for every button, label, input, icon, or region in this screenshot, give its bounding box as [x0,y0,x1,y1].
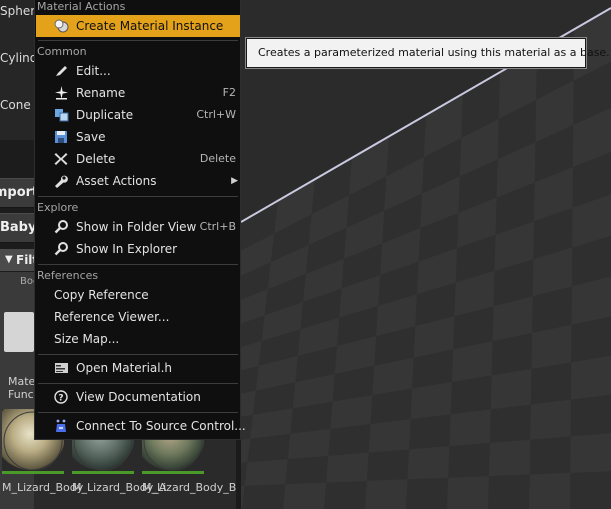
menu-separator [38,40,238,41]
rename-label: Rename [76,86,126,100]
checker-tile [450,375,492,415]
delete-shortcut: Delete [199,152,236,165]
place-item-cylinder[interactable]: Cylinder [0,51,34,65]
section-header-common: Common [37,45,87,58]
size-map-label: Size Map... [54,332,120,346]
search-icon [54,242,68,256]
menu-separator [38,196,238,197]
material-functions-label: Material Functions [8,375,34,401]
level-viewport[interactable] [241,0,611,509]
checker-tile [328,424,371,456]
reference-viewer-label: Reference Viewer... [54,310,170,324]
help-icon: ? [54,390,68,404]
save-icon [55,131,67,143]
asset-context-menu: Material Actions Create Material Instanc… [34,0,246,440]
show-in-explorer-item[interactable]: Show In Explorer [36,238,240,260]
menu-separator [38,354,238,355]
save-label: Save [76,130,106,144]
view-documentation-label: View Documentation [76,390,201,404]
create-material-instance-item[interactable]: Create Material Instance [36,15,240,37]
checker-tile [409,414,451,450]
edit-item[interactable]: Edit... [36,60,240,82]
delete-label: Delete [76,152,116,166]
asset-actions-item[interactable]: Asset Actions ▶ [36,170,240,192]
checker-tile [489,404,531,443]
checker-tile [242,484,286,509]
checker-tile [366,449,409,481]
wrench-icon [55,175,68,188]
breadcrumb[interactable]: Baby_ [0,213,34,243]
duplicate-icon [55,109,69,122]
show-in-folder-view-label: Show in Folder View [76,220,197,234]
asset-name-body-b: M_Lizard_Body_B [142,481,237,494]
checker-tile [285,455,329,485]
connect-source-control-label: Connect To Source Control... [76,419,246,433]
reference-viewer-item[interactable]: Reference Viewer... [36,306,240,328]
filters-button[interactable]: ▼ Filters [0,249,34,271]
save-item[interactable]: Save [36,126,240,148]
rename-item[interactable]: Rename F2 [36,82,240,104]
view-documentation-item[interactable]: ? View Documentation [36,386,240,408]
section-header-explore: Explore [37,201,79,214]
menu-separator [38,412,238,413]
place-actors-list: Sphere Cylinder Cone [0,0,34,140]
open-material-header-item[interactable]: Open Material.h [36,357,240,379]
duplicate-label: Duplicate [76,108,134,122]
filters-label: Filters [16,253,34,267]
copy-reference-label: Copy Reference [54,288,149,302]
source-control-icon [56,419,66,432]
connect-source-control-item[interactable]: Connect To Source Control... [36,415,246,437]
checker-tile [406,477,449,509]
panel-splitter[interactable] [236,440,241,509]
show-in-folder-view-item[interactable]: Show in Folder View Ctrl+B [36,216,240,238]
rename-shortcut: F2 [222,86,236,99]
checker-tile [570,471,611,509]
submenu-arrow-icon: ▶ [231,176,238,186]
folder-icon[interactable] [4,312,34,352]
section-header-references: References [37,269,99,282]
place-item-cone[interactable]: Cone [0,98,31,112]
open-material-header-label: Open Material.h [76,361,173,375]
duplicate-shortcut: Ctrl+W [196,108,236,121]
checker-floor [241,0,611,509]
checker-tile [570,394,611,437]
material-instance-icon [54,19,69,33]
checker-tile [448,442,490,478]
place-item-sphere[interactable]: Sphere [0,4,34,18]
folder-label: Boo [20,276,34,287]
tooltip: Creates a parameterized material using t… [245,37,610,69]
create-material-instance-label: Create Material Instance [76,19,224,33]
edit-label: Edit... [76,64,111,78]
copy-reference-item[interactable]: Copy Reference [36,284,240,306]
show-in-folder-view-shortcut: Ctrl+B [199,220,236,233]
checker-tile [529,436,571,475]
section-header-material-actions: Material Actions [37,0,126,13]
edit-icon [56,66,67,76]
size-map-item[interactable]: Size Map... [36,328,240,350]
svg-text:?: ? [58,394,63,404]
duplicate-item[interactable]: Duplicate Ctrl+W [36,104,240,126]
import-button[interactable]: Import [0,178,34,208]
checker-tile [530,362,572,405]
asset-name-body: M_Lizard_Body [2,481,84,494]
menu-separator [38,383,238,384]
filter-icon: ▼ [5,254,13,265]
asset-actions-label: Asset Actions [76,174,157,188]
delete-icon [54,153,68,165]
menu-separator [38,264,238,265]
tooltip-text: Creates a parameterized material using t… [258,46,610,59]
show-in-explorer-label: Show In Explorer [76,242,178,256]
delete-item[interactable]: Delete Delete [36,148,240,170]
search-icon [54,220,68,234]
rename-icon [55,86,68,100]
code-file-icon [55,363,68,373]
checker-tile [488,474,530,509]
asset-name-body-a: M_Lizard_Body_A [72,481,167,494]
checker-tile [324,480,367,509]
